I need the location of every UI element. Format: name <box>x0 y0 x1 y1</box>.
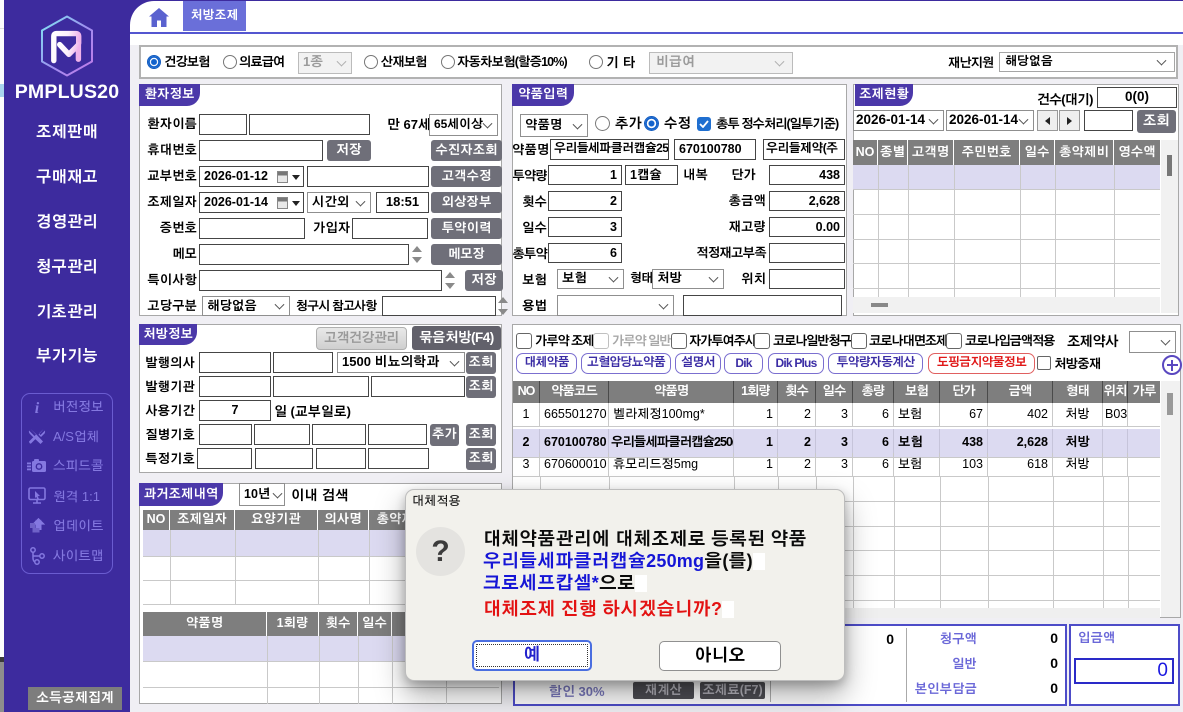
svg-text:i: i <box>35 400 40 416</box>
